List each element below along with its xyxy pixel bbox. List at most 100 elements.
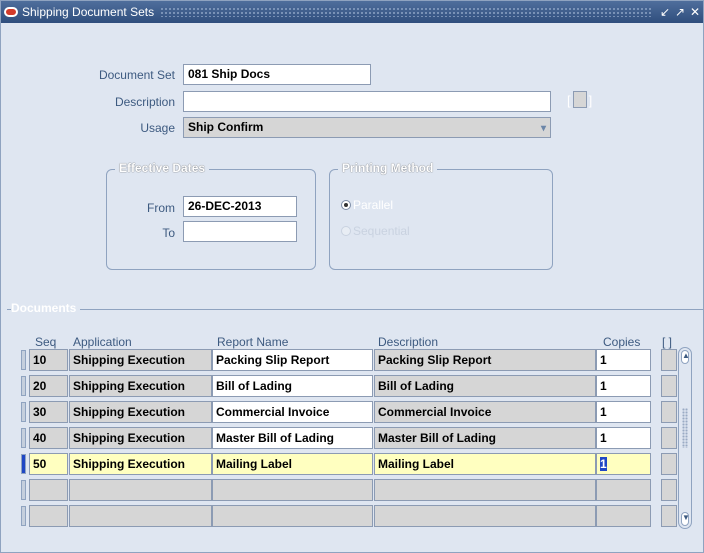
description-field[interactable]: [183, 91, 551, 112]
usage-value: Ship Confirm: [188, 120, 264, 134]
documents-divider: [7, 309, 703, 310]
cell-copies[interactable]: 1: [596, 375, 651, 397]
cell-description-value: Commercial Invoice: [378, 405, 492, 419]
cell-seq[interactable]: 40: [29, 427, 68, 449]
documents-title: Documents: [11, 301, 81, 315]
row-indicator[interactable]: [21, 402, 26, 422]
to-date-field[interactable]: [183, 221, 297, 242]
row-flexfield[interactable]: [661, 505, 677, 527]
cell-application[interactable]: [69, 479, 212, 501]
cell-copies-value: 1: [600, 353, 607, 367]
row-flexfield[interactable]: [661, 427, 677, 449]
cell-application-value: Shipping Execution: [73, 353, 186, 367]
cell-seq-value: 10: [33, 353, 47, 367]
cell-seq[interactable]: 50: [29, 453, 68, 475]
radio-sequential[interactable]: Sequential: [341, 223, 410, 239]
scroll-grip[interactable]: [682, 408, 688, 448]
cell-copies[interactable]: 1: [596, 427, 651, 449]
effective-dates-group: Effective Dates: [106, 161, 316, 270]
cell-report-value: Mailing Label: [216, 457, 293, 471]
cell-copies[interactable]: [596, 505, 651, 527]
cell-copies-value: 1: [600, 457, 607, 471]
cell-report[interactable]: Commercial Invoice: [212, 401, 373, 423]
cell-report[interactable]: Bill of Lading: [212, 375, 373, 397]
from-label: From: [147, 201, 175, 215]
cell-description-value: Packing Slip Report: [378, 353, 492, 367]
cell-application-value: Shipping Execution: [73, 379, 186, 393]
cell-description[interactable]: Master Bill of Lading: [374, 427, 596, 449]
cell-report[interactable]: [212, 505, 373, 527]
row-flexfield[interactable]: [661, 453, 677, 475]
maximize-icon[interactable]: ↗: [673, 6, 687, 18]
oracle-app-icon: [4, 7, 18, 17]
radio-parallel[interactable]: Parallel: [341, 197, 393, 213]
header-application: Application: [73, 335, 132, 349]
cell-seq[interactable]: 30: [29, 401, 68, 423]
cell-description[interactable]: Bill of Lading: [374, 375, 596, 397]
cell-seq-value: 40: [33, 431, 47, 445]
title-bar[interactable]: Shipping Document Sets ↙ ↗ ✕: [1, 1, 703, 23]
cell-report[interactable]: [212, 479, 373, 501]
radio-parallel-label: Parallel: [353, 198, 394, 212]
cell-application[interactable]: Shipping Execution: [69, 427, 212, 449]
printing-method-group: Printing Method: [329, 161, 553, 270]
header-report-name: Report Name: [217, 335, 289, 349]
cell-description[interactable]: Mailing Label: [374, 453, 596, 475]
chevron-down-icon[interactable]: ▾: [541, 120, 546, 138]
cell-application[interactable]: Shipping Execution: [69, 349, 212, 371]
minimize-icon[interactable]: ↙: [658, 6, 672, 18]
cell-seq-value: 30: [33, 405, 47, 419]
cell-seq[interactable]: [29, 479, 68, 501]
radio-sequential-label: Sequential: [353, 224, 410, 238]
description-flexfield[interactable]: []: [567, 91, 607, 112]
row-indicator[interactable]: [21, 428, 26, 448]
scroll-up-icon[interactable]: ▲: [681, 350, 690, 364]
row-indicator[interactable]: [21, 480, 26, 500]
row-indicator[interactable]: [21, 350, 26, 370]
cell-seq[interactable]: 10: [29, 349, 68, 371]
radio-selected-icon[interactable]: [341, 200, 351, 210]
row-flexfield[interactable]: [661, 375, 677, 397]
radio-unselected-icon[interactable]: [341, 226, 351, 236]
cell-report-value: Master Bill of Lading: [216, 431, 335, 445]
cell-copies[interactable]: 1: [596, 401, 651, 423]
cell-application[interactable]: Shipping Execution: [69, 375, 212, 397]
cell-description[interactable]: [374, 479, 596, 501]
usage-select[interactable]: Ship Confirm ▾: [183, 117, 551, 138]
cell-copies[interactable]: [596, 479, 651, 501]
vertical-scrollbar[interactable]: ▲ ▼: [678, 347, 692, 529]
cell-application-value: Shipping Execution: [73, 457, 186, 471]
cell-application[interactable]: Shipping Execution: [69, 453, 212, 475]
cell-seq[interactable]: [29, 505, 68, 527]
cell-report[interactable]: Master Bill of Lading: [212, 427, 373, 449]
cell-seq[interactable]: 20: [29, 375, 68, 397]
row-indicator[interactable]: [21, 454, 26, 474]
header-description: Description: [378, 335, 439, 349]
cell-application-value: Shipping Execution: [73, 431, 186, 445]
cell-report-value: Commercial Invoice: [216, 405, 330, 419]
cell-report[interactable]: Packing Slip Report: [212, 349, 373, 371]
cell-report[interactable]: Mailing Label: [212, 453, 373, 475]
from-date-field[interactable]: 26-DEC-2013: [183, 196, 297, 217]
cell-description-value: Bill of Lading: [378, 379, 454, 393]
shipping-document-sets-window: Shipping Document Sets ↙ ↗ ✕ Document Se…: [0, 0, 704, 553]
row-flexfield[interactable]: [661, 401, 677, 423]
cell-application-value: Shipping Execution: [73, 405, 186, 419]
row-flexfield[interactable]: [661, 349, 677, 371]
row-flexfield[interactable]: [661, 479, 677, 501]
scroll-down-icon[interactable]: ▼: [681, 512, 690, 526]
cell-description[interactable]: [374, 505, 596, 527]
row-indicator[interactable]: [21, 506, 26, 526]
cell-application[interactable]: [69, 505, 212, 527]
flexfield-box[interactable]: [572, 91, 587, 108]
flexfield-bracket-open: [: [567, 93, 571, 108]
row-indicator[interactable]: [21, 376, 26, 396]
cell-application[interactable]: Shipping Execution: [69, 401, 212, 423]
cell-copies[interactable]: 1: [596, 453, 651, 475]
cell-description[interactable]: Packing Slip Report: [374, 349, 596, 371]
cell-description[interactable]: Commercial Invoice: [374, 401, 596, 423]
cell-copies[interactable]: 1: [596, 349, 651, 371]
document-set-field[interactable]: 081 Ship Docs: [183, 64, 371, 85]
header-flexfield: [ ]: [662, 335, 673, 349]
close-icon[interactable]: ✕: [688, 6, 702, 18]
